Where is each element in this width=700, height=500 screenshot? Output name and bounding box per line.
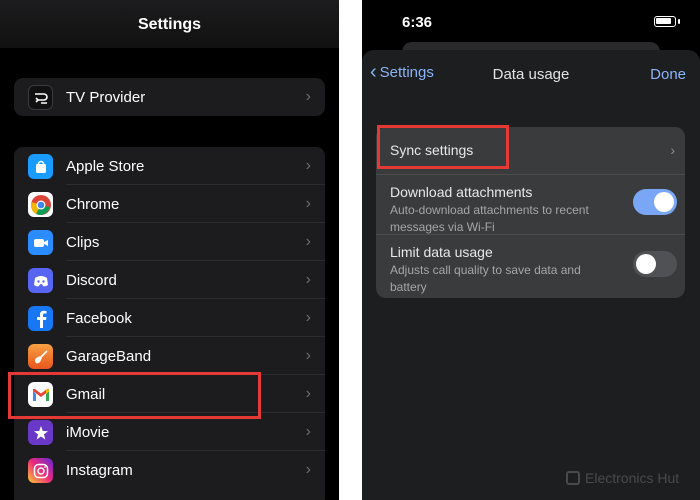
data-usage-screen: 6:36 ‹ Settings Data usage Done Sync set… [362,0,700,500]
settings-item-apple-store[interactable]: Apple Store › [14,147,325,185]
done-button[interactable]: Done [650,66,686,83]
settings-item-discord[interactable]: Discord › [14,261,325,299]
chrome-icon [28,192,53,217]
apple-store-icon [28,154,53,179]
settings-item-label: Apple Store [66,158,145,175]
settings-item-tv-provider[interactable]: TV Provider › [14,78,325,116]
download-attachments-toggle[interactable] [633,189,677,215]
tv-provider-icon [28,85,53,110]
settings-item-chrome[interactable]: Chrome › [14,185,325,223]
chevron-right-icon: › [305,195,311,212]
limit-data-usage-row[interactable]: Limit data usage Adjusts call quality to… [376,235,685,298]
chevron-right-icon: › [305,157,311,174]
chevron-right-icon: › [305,423,311,440]
garageband-icon [28,344,53,369]
chevron-right-icon: › [670,142,675,158]
apps-group: Apple Store › Chrome › Clips › Discord ›… [14,147,325,500]
chevron-right-icon: › [305,88,311,105]
watermark-logo-icon [566,471,580,485]
imovie-icon [28,420,53,445]
settings-item-garageband[interactable]: GarageBand › [14,337,325,375]
download-attachments-label: Download attachments [390,184,533,200]
limit-data-usage-description: Adjusts call quality to save data and ba… [390,263,581,294]
chevron-right-icon: › [305,271,311,288]
status-time: 6:36 [402,14,433,31]
chevron-right-icon: › [305,461,311,478]
settings-item-label: Chrome [66,196,120,213]
settings-item-label: Discord [66,272,117,289]
clips-icon [28,230,53,255]
chevron-right-icon: › [305,309,311,326]
chevron-right-icon: › [305,347,311,364]
tv-provider-group: TV Provider › [14,78,325,116]
settings-screen: Settings TV Provider › Apple Store › Chr… [0,0,339,500]
settings-item-label: GarageBand [66,348,152,365]
gmail-highlight-box [8,372,261,419]
chevron-right-icon: › [305,385,311,402]
limit-data-usage-toggle[interactable] [633,251,677,277]
instagram-icon [28,458,53,483]
page-title: Settings [137,16,202,33]
sync-settings-highlight-box [377,125,509,169]
chevron-right-icon: › [305,233,311,250]
limit-data-usage-label: Limit data usage [390,244,493,260]
data-usage-sheet: ‹ Settings Data usage Done Sync settings… [362,50,700,500]
settings-item-clips[interactable]: Clips › [14,223,325,261]
download-attachments-row[interactable]: Download attachments Auto-download attac… [376,175,685,235]
settings-item-label: Clips [66,234,100,251]
download-attachments-description: Auto-download attachments to recent mess… [390,203,589,234]
settings-header: Settings [0,0,339,48]
facebook-icon [28,306,53,331]
watermark-text: Electronics Hut [585,470,680,486]
settings-item-facebook[interactable]: Facebook › [14,299,325,337]
settings-item-label: Instagram [66,462,133,479]
battery-icon [654,16,676,27]
discord-icon [28,268,53,293]
settings-item-instagram[interactable]: Instagram › [14,451,325,489]
settings-item-label: TV Provider [66,89,146,106]
watermark: Electronics Hut [566,470,679,486]
settings-item-label: iMovie [66,424,110,441]
settings-item-label: Facebook [66,310,132,327]
